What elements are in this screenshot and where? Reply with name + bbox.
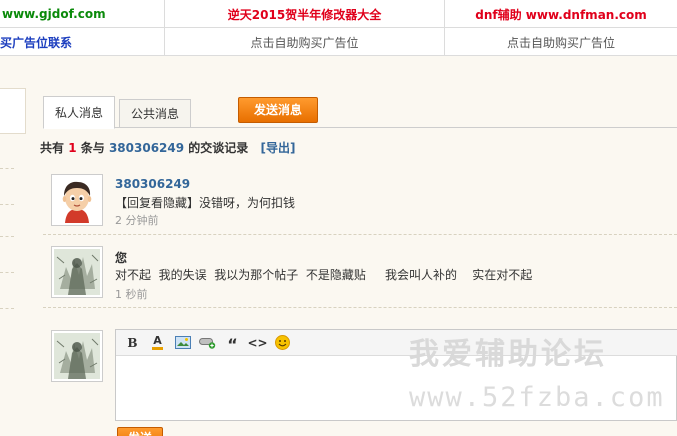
cartoon-boy-avatar[interactable] — [51, 174, 103, 226]
ad-buy-slot-2[interactable]: 点击自助购买广告位 — [445, 28, 677, 56]
bold-icon: B — [127, 335, 138, 350]
font-color-swatch — [152, 347, 163, 350]
summary-middle: 条与 — [80, 141, 105, 155]
summary-prefix: 共有 — [40, 141, 65, 155]
send-message-button[interactable]: 发送消息 — [238, 97, 318, 123]
sidebar-divider — [0, 168, 14, 169]
watermark-title: 我爱辅助论坛 — [409, 337, 607, 372]
export-link[interactable]: [导出] — [261, 141, 296, 155]
ad-link-dnfman-text[interactable]: dnf辅助 www.dnfman.com — [475, 6, 647, 23]
ad-link-gjdof[interactable]: www.gjdof.com — [0, 0, 165, 28]
message-count: 1 — [68, 141, 77, 155]
font-color-letter: A — [153, 334, 162, 347]
quote-button[interactable]: “ — [220, 332, 245, 354]
ad-link-dnfman[interactable]: dnf辅助 www.dnfman.com — [445, 0, 677, 28]
message-body: 对不起 我的失误 我以为那个帖子 不是隐藏贴 我会叫人补的 实在对不起 — [115, 268, 533, 282]
sketch-figure-avatar-icon — [54, 333, 100, 379]
message-item: 您 对不起 我的失误 我以为那个帖子 不是隐藏贴 我会叫人补的 实在对不起 1 … — [43, 235, 677, 308]
image-icon — [174, 336, 191, 349]
sidebar-divider — [0, 236, 14, 237]
ad-link-modifier-text[interactable]: 逆天2015贺半年修改器大全 — [228, 6, 381, 23]
partner-uid-link[interactable]: 380306249 — [109, 141, 184, 155]
ad-buy-slot-1[interactable]: 点击自助购买广告位 — [165, 28, 445, 56]
ad-contact-text[interactable]: 购买广告位联系 — [0, 34, 72, 51]
quote-icon: “ — [227, 334, 238, 354]
font-color-button[interactable]: A — [145, 332, 170, 354]
bold-button[interactable]: B — [120, 332, 145, 354]
ad-row-2: 购买广告位联系 点击自助购买广告位 点击自助购买广告位 — [0, 28, 677, 56]
message-author: 您 — [115, 251, 128, 265]
smiley-button[interactable] — [270, 332, 295, 354]
sketch-figure-avatar[interactable] — [51, 246, 103, 298]
conversation-summary: 共有 1 条与 380306249 的交谈记录 [导出] — [40, 139, 295, 156]
message-time: 2 分钟前 — [115, 214, 159, 227]
code-icon: <> — [247, 335, 268, 350]
message-body: 【回复看隐藏】没错呀，为何扣钱 — [115, 196, 296, 210]
code-button[interactable]: <> — [245, 332, 270, 354]
sidebar-divider — [0, 204, 14, 205]
message-author-link[interactable]: 380306249 — [115, 177, 190, 191]
submit-reply-button[interactable]: 发送 — [117, 427, 163, 436]
ad-link-modifier[interactable]: 逆天2015贺半年修改器大全 — [165, 0, 445, 28]
summary-suffix: 的交谈记录 — [188, 141, 249, 155]
cartoon-boy-avatar-icon — [54, 177, 100, 223]
message-time: 1 秒前 — [115, 288, 148, 301]
sidebar-box — [0, 88, 26, 134]
insert-link-button[interactable] — [195, 332, 220, 354]
watermark-url: www.52fzba.com — [409, 382, 665, 413]
sketch-figure-avatar-icon — [54, 249, 100, 295]
sidebar-divider — [0, 272, 14, 273]
ad-link-gjdof-text[interactable]: www.gjdof.com — [2, 7, 106, 21]
insert-image-button[interactable] — [170, 332, 195, 354]
sidebar-divider — [0, 308, 14, 309]
smiley-icon — [275, 335, 290, 350]
ad-buy-slot-1-text[interactable]: 点击自助购买广告位 — [250, 34, 358, 51]
ad-buy-slot-2-text[interactable]: 点击自助购买广告位 — [507, 34, 615, 51]
font-color-icon: A — [152, 335, 163, 350]
link-icon — [199, 337, 216, 349]
ad-contact[interactable]: 购买广告位联系 — [0, 28, 165, 56]
tab-public-messages[interactable]: 公共消息 — [119, 99, 191, 128]
message-item: 380306249 【回复看隐藏】没错呀，为何扣钱 2 分钟前 — [43, 165, 677, 235]
ad-row-1: www.gjdof.com 逆天2015贺半年修改器大全 dnf辅助 www.d… — [0, 0, 677, 28]
left-sidebar — [0, 88, 26, 436]
message-tabs: 私人消息 公共消息 发送消息 — [43, 96, 677, 129]
tab-private-messages[interactable]: 私人消息 — [43, 96, 115, 129]
current-user-avatar[interactable] — [51, 330, 103, 382]
ad-strip: www.gjdof.com 逆天2015贺半年修改器大全 dnf辅助 www.d… — [0, 0, 677, 56]
